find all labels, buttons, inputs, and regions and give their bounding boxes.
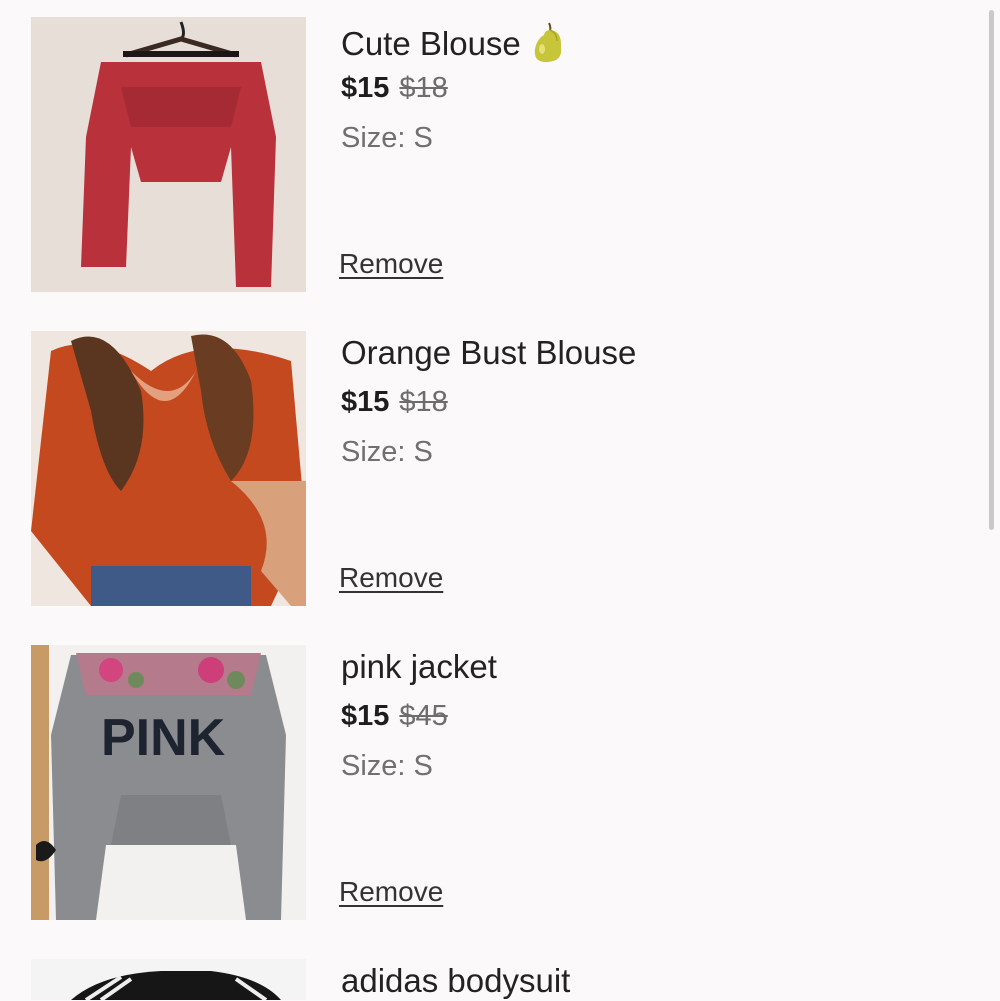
sale-price: $15 xyxy=(341,700,390,732)
scrollbar[interactable] xyxy=(989,10,994,530)
original-price: $18 xyxy=(399,386,448,418)
remove-button[interactable]: Remove xyxy=(339,561,443,595)
red-blouse-photo xyxy=(31,17,306,292)
item-title-text: Cute Blouse xyxy=(341,25,521,62)
item-details: adidas bodysuit xyxy=(341,959,961,1000)
item-details: Cute Blouse $15 $18 Size: S Remove xyxy=(339,17,961,293)
price-row: $15 $18 xyxy=(341,70,448,106)
price-row: $15 $45 xyxy=(341,698,448,734)
pink-logo-text: PINK xyxy=(101,709,226,767)
orange-blouse-photo xyxy=(31,331,306,606)
item-size: Size: S xyxy=(341,436,433,468)
product-image[interactable] xyxy=(31,959,306,1000)
original-price: $18 xyxy=(399,72,448,104)
product-image[interactable] xyxy=(31,331,306,606)
item-size: Size: S xyxy=(341,750,433,782)
item-title[interactable]: Orange Bust Blouse xyxy=(341,333,636,373)
price-row: $15 $18 xyxy=(341,384,448,420)
original-price: $45 xyxy=(399,700,448,732)
cart-item: adidas bodysuit xyxy=(31,959,971,1000)
cart-item: Cute Blouse $15 $18 Size: S Remove xyxy=(31,17,971,293)
adidas-top-photo xyxy=(31,959,306,1000)
item-title[interactable]: adidas bodysuit xyxy=(341,961,570,1001)
cart-item: PINK pink jacket $15 $45 Size: S Remove xyxy=(31,645,971,921)
item-details: pink jacket $15 $45 Size: S Remove xyxy=(339,645,961,921)
item-details: Orange Bust Blouse $15 $18 Size: S Remove xyxy=(339,331,961,607)
remove-button[interactable]: Remove xyxy=(339,247,443,281)
cart-item: Orange Bust Blouse $15 $18 Size: S Remove xyxy=(31,331,971,607)
item-title[interactable]: Cute Blouse xyxy=(341,19,569,65)
item-title[interactable]: pink jacket xyxy=(341,647,497,687)
pear-emoji-icon xyxy=(534,22,562,63)
cart-item-list: Cute Blouse $15 $18 Size: S Remove Orang… xyxy=(0,0,1000,1000)
item-size: Size: S xyxy=(341,122,433,154)
sale-price: $15 xyxy=(341,386,390,418)
remove-button[interactable]: Remove xyxy=(339,875,443,909)
sale-price: $15 xyxy=(341,72,390,104)
product-image[interactable] xyxy=(31,17,306,292)
pink-hoodie-photo: PINK xyxy=(31,645,306,920)
product-image[interactable]: PINK xyxy=(31,645,306,920)
